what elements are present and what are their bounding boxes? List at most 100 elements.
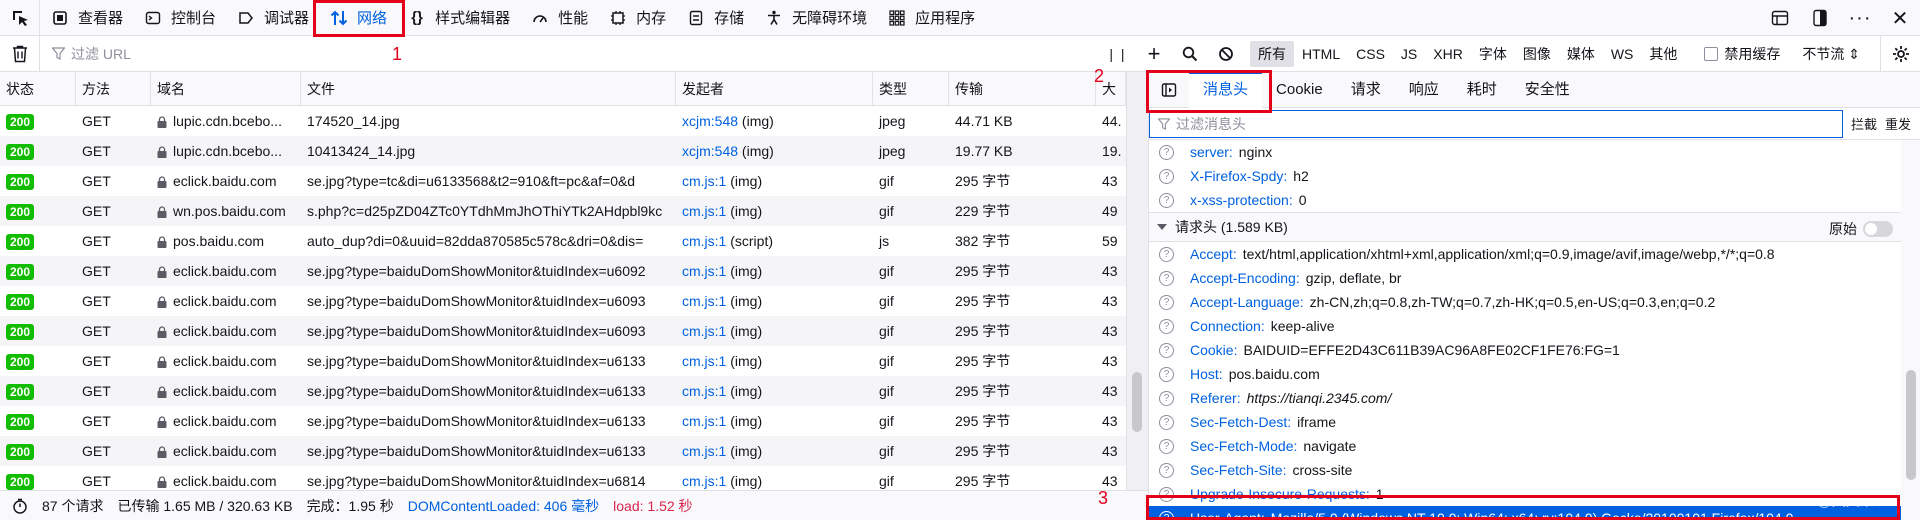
tab-performance[interactable]: 性能 — [520, 0, 598, 36]
table-row[interactable]: 200 GET pos.baidu.com auto_dup?di=0&uuid=82… — [0, 226, 1126, 256]
header-domain[interactable]: 域名 — [151, 72, 301, 106]
header-method[interactable]: 方法 — [76, 72, 151, 106]
table-row[interactable]: 200 GET eclick.baidu.com se.jpg?type=tc&di=… — [0, 166, 1126, 196]
more-options-button[interactable]: ··· — [1840, 0, 1880, 36]
help-icon[interactable]: ? — [1159, 462, 1174, 478]
help-icon[interactable]: ? — [1159, 144, 1174, 160]
initiator-link[interactable]: cm.js:1 — [682, 263, 726, 279]
table-row[interactable]: 200 GET eclick.baidu.com se.jpg?type=baiduD… — [0, 286, 1126, 316]
header-row[interactable]: ? Sec-Fetch-Site cross-site — [1149, 458, 1901, 482]
tab-memory[interactable]: 内存 — [598, 0, 676, 36]
request-blocking-add-button[interactable]: + — [1136, 36, 1172, 72]
header-row[interactable]: ? Sec-Fetch-Dest iframe — [1149, 410, 1901, 434]
header-row[interactable]: ? Connection keep-alive — [1149, 314, 1901, 338]
type-filter-xhr[interactable]: XHR — [1425, 43, 1471, 65]
pause-recording-button[interactable]: | | — [1100, 36, 1136, 72]
search-button[interactable] — [1172, 36, 1208, 72]
url-filter-input[interactable]: 过滤 URL — [40, 44, 1080, 64]
type-filter-css[interactable]: CSS — [1348, 43, 1393, 65]
table-row[interactable]: 200 GET wn.pos.baidu.com s.php?c=d25pZD04ZT… — [0, 196, 1126, 226]
type-filter-js[interactable]: JS — [1393, 43, 1425, 65]
table-row[interactable]: 200 GET eclick.baidu.com se.jpg?type=baiduD… — [0, 376, 1126, 406]
help-icon[interactable]: ? — [1159, 366, 1174, 382]
table-row[interactable]: 200 GET eclick.baidu.com se.jpg?type=baiduD… — [0, 436, 1126, 466]
throttling-select[interactable]: 不节流 ⇕ — [1802, 44, 1860, 64]
type-filter-html[interactable]: HTML — [1294, 43, 1348, 65]
details-tab-request[interactable]: 请求 — [1337, 72, 1395, 108]
headers-filter-input[interactable]: 过滤消息头 — [1149, 109, 1843, 138]
scrollbar-thumb[interactable] — [1132, 372, 1142, 432]
tab-debugger[interactable]: 调试器 — [226, 0, 319, 36]
header-row[interactable]: ? Host pos.baidu.com — [1149, 362, 1901, 386]
block-button[interactable]: 拦截 — [1851, 114, 1877, 133]
tab-storage[interactable]: 存储 — [676, 0, 754, 36]
details-tab-timings[interactable]: 耗时 — [1453, 72, 1511, 108]
close-devtools-button[interactable]: ✕ — [1880, 0, 1920, 36]
initiator-link[interactable]: cm.js:1 — [682, 203, 726, 219]
header-row[interactable]: ? X-Firefox-Spdy h2 — [1149, 164, 1901, 188]
initiator-link[interactable]: xcjm:548 — [682, 113, 738, 129]
disable-cache-checkbox[interactable]: 禁用缓存 — [1704, 44, 1780, 64]
details-tab-headers[interactable]: 消息头 — [1189, 71, 1263, 108]
help-icon[interactable]: ? — [1159, 438, 1174, 454]
header-row[interactable]: ? Sec-Fetch-Mode navigate — [1149, 434, 1901, 458]
block-requests-button[interactable] — [1208, 36, 1244, 72]
type-filter-other[interactable]: 其他 — [1641, 41, 1685, 67]
table-row[interactable]: 200 GET eclick.baidu.com se.jpg?type=baiduD… — [0, 346, 1126, 376]
table-row[interactable]: 200 GET eclick.baidu.com se.jpg?type=baiduD… — [0, 466, 1126, 490]
help-icon[interactable]: ? — [1159, 270, 1174, 286]
network-settings-button[interactable] — [1880, 36, 1920, 72]
help-icon[interactable]: ? — [1159, 318, 1174, 334]
help-icon[interactable]: ? — [1159, 342, 1174, 358]
help-icon[interactable]: ? — [1159, 510, 1174, 520]
raw-toggle[interactable]: 原始 — [1829, 219, 1893, 239]
request-headers-section[interactable]: 请求头 (1.589 KB) 原始 — [1149, 212, 1901, 242]
header-row[interactable]: ? Referer https://tianqi.2345.com/ — [1149, 386, 1901, 410]
header-type[interactable]: 类型 — [873, 72, 949, 106]
header-row[interactable]: ? server nginx — [1149, 140, 1901, 164]
help-icon[interactable]: ? — [1159, 486, 1174, 502]
details-tab-response[interactable]: 响应 — [1395, 72, 1453, 108]
header-status[interactable]: 状态 — [0, 72, 76, 106]
table-row[interactable]: 200 GET eclick.baidu.com se.jpg?type=baiduD… — [0, 406, 1126, 436]
toggle-sidebar-button[interactable] — [1149, 72, 1189, 108]
scrollbar-thumb[interactable] — [1906, 370, 1916, 480]
tab-network[interactable]: 网络 — [319, 0, 397, 36]
type-filter-fonts[interactable]: 字体 — [1471, 41, 1515, 67]
table-row[interactable]: 200 GET lupic.cdn.bcebo... 174520_14.jpg xcj… — [0, 106, 1126, 136]
element-picker-button[interactable] — [0, 0, 40, 36]
tab-accessibility[interactable]: 无障碍环境 — [754, 0, 877, 36]
header-file[interactable]: 文件 — [301, 72, 676, 106]
help-icon[interactable]: ? — [1159, 294, 1174, 310]
initiator-link[interactable]: cm.js:1 — [682, 233, 726, 249]
toggle-split-console-button[interactable] — [1760, 0, 1800, 36]
initiator-link[interactable]: cm.js:1 — [682, 413, 726, 429]
header-row[interactable]: ? Accept-Language zh-CN,zh;q=0.8,zh-TW;q=0… — [1149, 290, 1901, 314]
initiator-link[interactable]: cm.js:1 — [682, 473, 726, 489]
clear-requests-button[interactable] — [0, 35, 40, 72]
tab-console[interactable]: 控制台 — [133, 0, 226, 36]
header-row[interactable]: ? Cookie BAIDUID=EFFE2D43C611B39AC96A8FE02… — [1149, 338, 1901, 362]
initiator-link[interactable]: cm.js:1 — [682, 443, 726, 459]
request-table-scrollbar[interactable] — [1126, 72, 1148, 490]
table-row[interactable]: 200 GET eclick.baidu.com se.jpg?type=baiduD… — [0, 256, 1126, 286]
help-icon[interactable]: ? — [1159, 414, 1174, 430]
header-row[interactable]: ? x-xss-protection 0 — [1149, 188, 1901, 212]
type-filter-media[interactable]: 媒体 — [1559, 41, 1603, 67]
dock-options-button[interactable] — [1800, 0, 1840, 36]
details-scrollbar[interactable] — [1901, 140, 1920, 520]
details-tab-security[interactable]: 安全性 — [1511, 72, 1584, 108]
initiator-link[interactable]: cm.js:1 — [682, 383, 726, 399]
header-row[interactable]: ? Accept-Encoding gzip, deflate, br — [1149, 266, 1901, 290]
help-icon[interactable]: ? — [1159, 246, 1174, 262]
header-initiator[interactable]: 发起者 — [676, 72, 873, 106]
toggle-switch[interactable] — [1863, 221, 1893, 237]
initiator-link[interactable]: cm.js:1 — [682, 353, 726, 369]
table-row[interactable]: 200 GET lupic.cdn.bcebo... 10413424_14.jpg x… — [0, 136, 1126, 166]
initiator-link[interactable]: cm.js:1 — [682, 323, 726, 339]
header-transferred[interactable]: 传输 — [949, 72, 1096, 106]
table-row[interactable]: 200 GET eclick.baidu.com se.jpg?type=baiduD… — [0, 316, 1126, 346]
tab-application[interactable]: 应用程序 — [877, 0, 985, 36]
details-tab-cookies[interactable]: Cookie — [1262, 72, 1337, 108]
tab-style-editor[interactable]: {} 样式编辑器 — [397, 0, 520, 36]
